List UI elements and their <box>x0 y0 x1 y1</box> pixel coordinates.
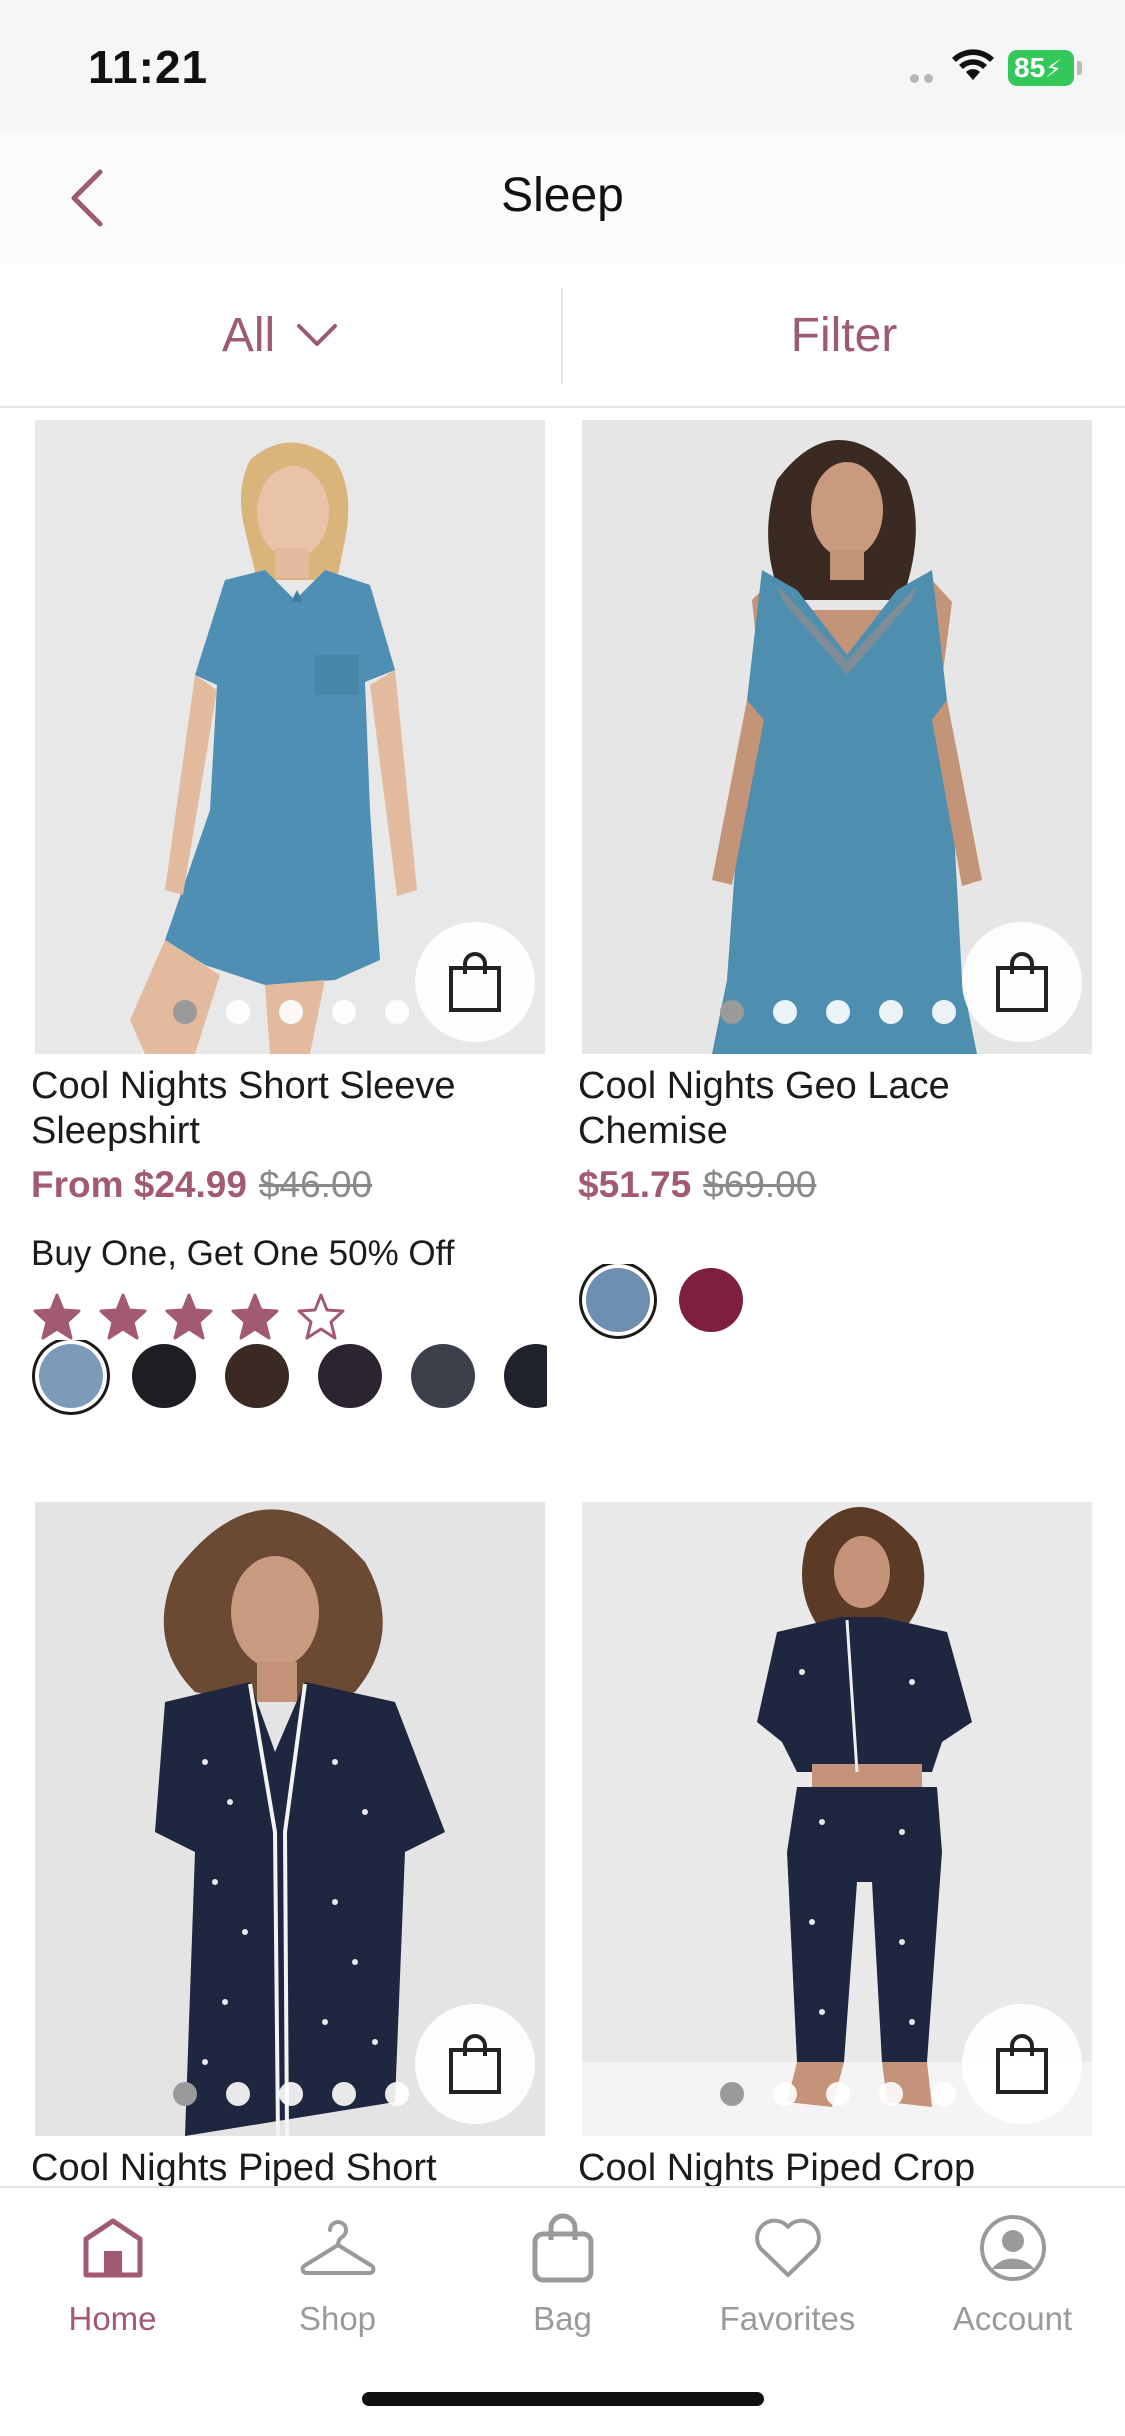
image-carousel-dots[interactable] <box>173 1000 409 1024</box>
account-icon <box>973 2208 1053 2288</box>
product-name[interactable]: Cool Nights Short Sleeve Sleepshirt <box>31 1064 551 1154</box>
carousel-dot[interactable] <box>720 2082 744 2106</box>
carousel-dot[interactable] <box>332 1000 356 1024</box>
color-swatch[interactable] <box>679 1268 743 1332</box>
tab-account[interactable]: Account <box>900 2208 1125 2348</box>
color-swatch[interactable] <box>411 1344 475 1408</box>
color-swatches[interactable] <box>31 1340 547 1420</box>
product-card[interactable]: Cool Nights Short Sleeve Sleepshirt From… <box>31 420 547 1420</box>
product-card[interactable]: Cool Nights Geo Lace Chemise $51.75 $69.0… <box>578 420 1092 1332</box>
product-image[interactable] <box>582 1502 1092 2136</box>
category-dropdown[interactable]: All <box>0 264 561 406</box>
star-filled-icon <box>99 1293 147 1340</box>
carousel-dot[interactable] <box>385 1000 409 1024</box>
filter-button-label: Filter <box>790 308 898 362</box>
color-swatch[interactable] <box>318 1344 382 1408</box>
image-carousel-dots[interactable] <box>720 2082 956 2106</box>
tab-bag[interactable]: Bag <box>450 2208 675 2348</box>
product-name[interactable]: Cool Nights Piped Crop <box>578 2146 1098 2191</box>
carousel-dot[interactable] <box>385 2082 409 2106</box>
carousel-dot[interactable] <box>720 1000 744 1024</box>
color-swatch[interactable] <box>504 1344 547 1408</box>
tab-home[interactable]: Home <box>0 2208 225 2348</box>
signal-icon <box>910 74 936 84</box>
carousel-dot[interactable] <box>279 1000 303 1024</box>
tab-label: Favorites <box>719 2300 856 2337</box>
carousel-dot[interactable] <box>826 1000 850 1024</box>
shopping-bag-icon <box>996 952 1048 1012</box>
carousel-dot[interactable] <box>226 2082 250 2106</box>
star-filled-icon <box>165 1293 213 1340</box>
home-icon <box>73 2208 153 2288</box>
star-filled-icon <box>231 1293 279 1340</box>
product-image[interactable] <box>35 1502 545 2136</box>
status-time: 11:21 <box>88 41 209 93</box>
color-swatch[interactable] <box>586 1268 650 1332</box>
battery-level: 85 <box>1014 52 1046 83</box>
product-name[interactable]: Cool Nights Geo Lace Chemise <box>578 1064 1098 1154</box>
product-image[interactable] <box>582 420 1092 1054</box>
carousel-dot[interactable] <box>826 2082 850 2106</box>
product-price: From $24.99 $46.00 <box>31 1164 372 1206</box>
shopping-bag-icon <box>449 952 501 1012</box>
filter-bar: All Filter <box>0 264 1125 408</box>
carousel-dot[interactable] <box>932 1000 956 1024</box>
tab-label: Bag <box>533 2300 592 2337</box>
battery-icon: 85⚡ <box>1008 50 1074 86</box>
carousel-dot[interactable] <box>773 2082 797 2106</box>
carousel-dot[interactable] <box>932 2082 956 2106</box>
category-dropdown-label: All <box>221 308 276 362</box>
heart-icon <box>748 2208 828 2288</box>
status-bar: 11:21 85⚡ <box>0 0 1125 132</box>
tab-label: Home <box>68 2300 157 2337</box>
battery-cap <box>1077 61 1082 75</box>
color-swatch[interactable] <box>132 1344 196 1408</box>
tab-label: Account <box>952 2300 1073 2337</box>
original-price: $46.00 <box>258 1164 373 1205</box>
tab-shop[interactable]: Shop <box>225 2208 450 2348</box>
carousel-dot[interactable] <box>173 1000 197 1024</box>
tab-favorites[interactable]: Favorites <box>675 2208 900 2348</box>
sale-price: $51.75 <box>578 1164 692 1205</box>
add-to-bag-button[interactable] <box>962 2004 1082 2124</box>
carousel-dot[interactable] <box>226 1000 250 1024</box>
shopping-bag-icon <box>449 2034 501 2094</box>
carousel-dot[interactable] <box>773 1000 797 1024</box>
product-card[interactable]: Cool Nights Piped Crop <box>578 1502 1092 2202</box>
carousel-dot[interactable] <box>879 2082 903 2106</box>
product-name[interactable]: Cool Nights Piped Short <box>31 2146 551 2191</box>
product-price: $51.75 $69.00 <box>578 1164 816 1206</box>
original-price: $69.00 <box>703 1164 817 1205</box>
promo-text: Buy One, Get One 50% Off <box>31 1234 455 1273</box>
product-image[interactable] <box>35 420 545 1054</box>
carousel-dot[interactable] <box>279 2082 303 2106</box>
color-swatches[interactable] <box>578 1264 1094 1344</box>
carousel-dot[interactable] <box>332 2082 356 2106</box>
hanger-icon <box>298 2208 378 2288</box>
carousel-dot[interactable] <box>173 2082 197 2106</box>
filter-button[interactable]: Filter <box>563 264 1125 406</box>
star-rating <box>31 1292 347 1342</box>
page-title: Sleep <box>501 169 624 222</box>
color-swatch[interactable] <box>39 1344 103 1408</box>
nav-header: Sleep <box>0 132 1125 264</box>
shopping-bag-icon <box>996 2034 1048 2094</box>
home-indicator <box>362 2392 764 2406</box>
product-card[interactable]: Cool Nights Piped Short <box>31 1502 545 2202</box>
star-filled-icon <box>33 1293 81 1340</box>
add-to-bag-button[interactable] <box>415 922 535 1042</box>
wifi-icon <box>952 49 994 80</box>
image-carousel-dots[interactable] <box>720 1000 956 1024</box>
image-carousel-dots[interactable] <box>173 2082 409 2106</box>
bag-icon <box>523 2208 603 2288</box>
carousel-dot[interactable] <box>879 1000 903 1024</box>
tab-label: Shop <box>298 2300 377 2337</box>
color-swatch[interactable] <box>225 1344 289 1408</box>
star-empty-icon <box>297 1293 345 1340</box>
add-to-bag-button[interactable] <box>962 922 1082 1042</box>
add-to-bag-button[interactable] <box>415 2004 535 2124</box>
sale-price: From $24.99 <box>31 1164 247 1205</box>
chevron-down-icon <box>297 324 338 346</box>
